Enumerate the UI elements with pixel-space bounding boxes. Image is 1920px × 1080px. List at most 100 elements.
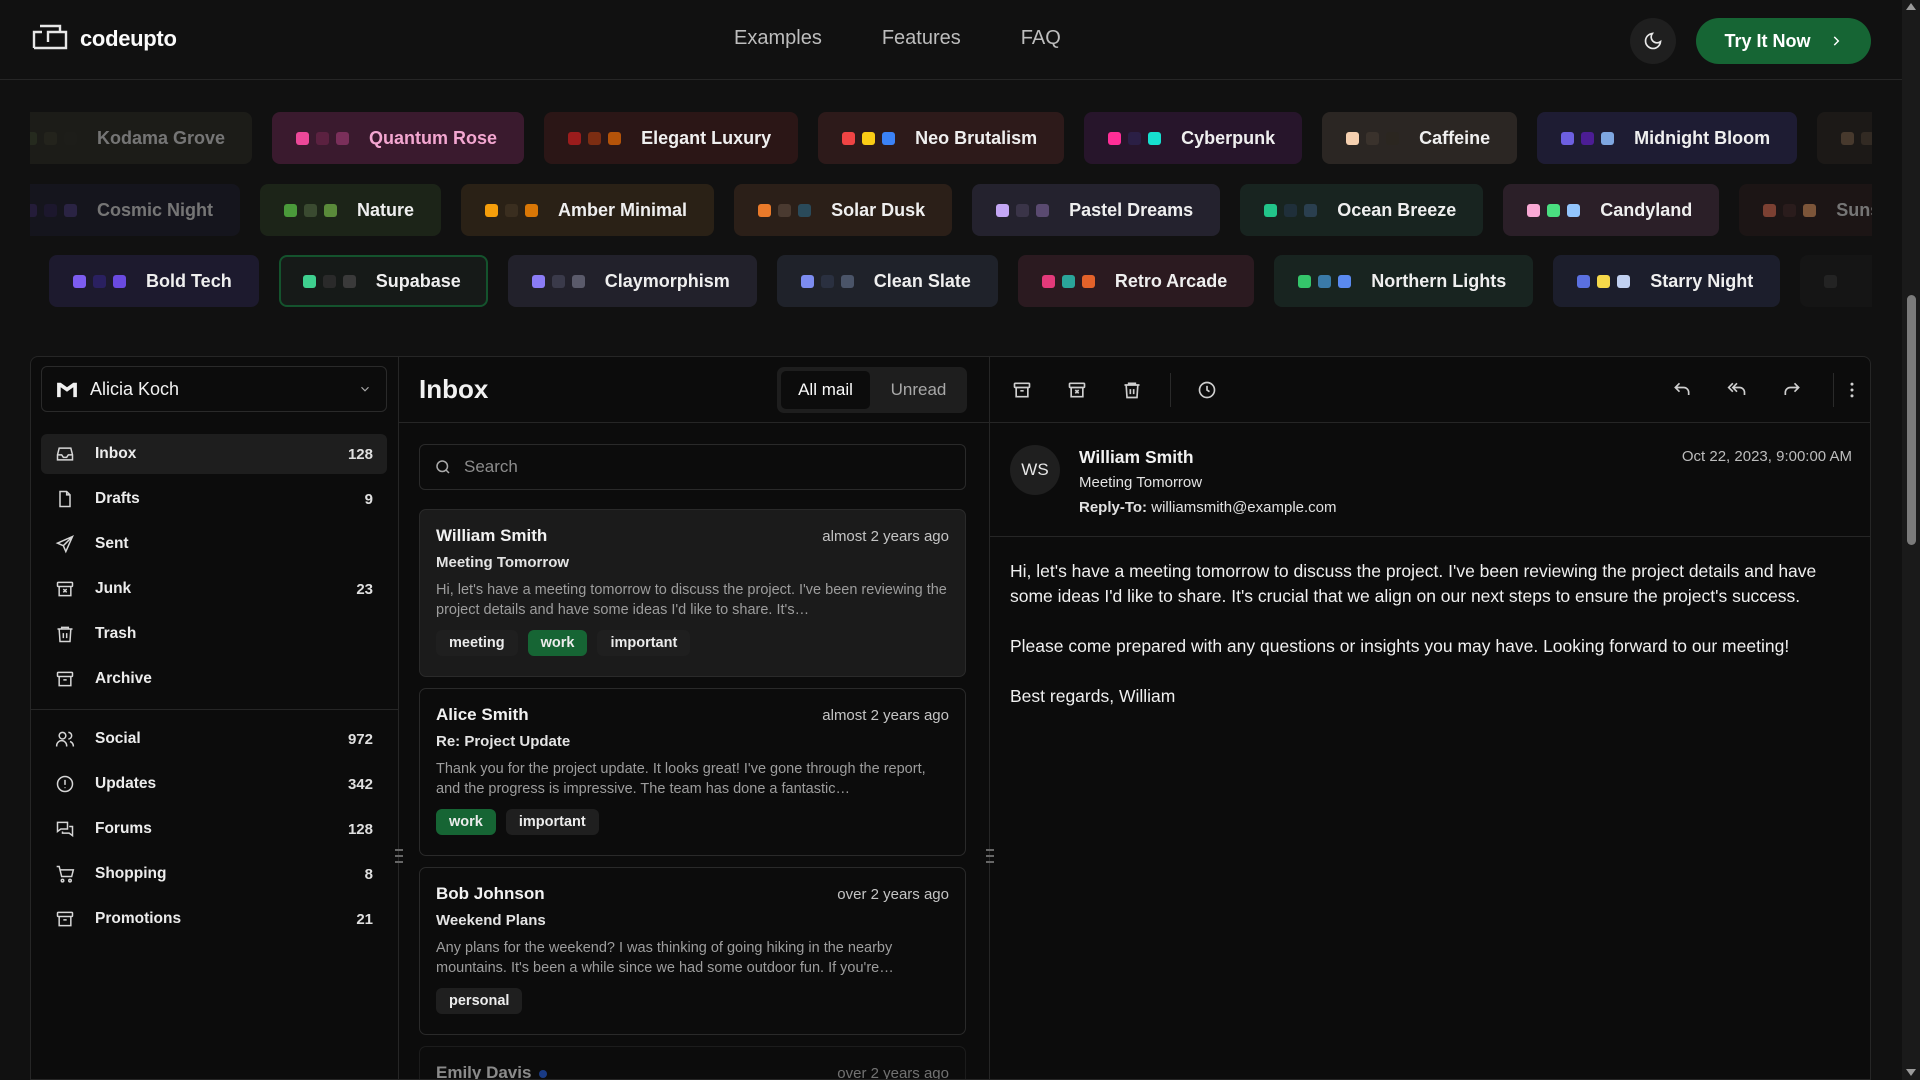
color-swatches	[531, 274, 585, 288]
move-to-trash-button[interactable]	[1120, 378, 1144, 402]
theme-chip-label: Candyland	[1600, 199, 1693, 220]
theme-chip[interactable]: Northern Lights	[1274, 255, 1534, 307]
sidebar-item-trash[interactable]: Trash	[41, 614, 387, 654]
account-switcher[interactable]: Alicia Koch	[41, 366, 387, 412]
nav-link-faq[interactable]: FAQ	[1021, 27, 1061, 50]
color-swatch	[798, 203, 812, 217]
reply-to-address: williamsmith@example.com	[1151, 499, 1337, 516]
theme-chip[interactable]: Claymorphism	[507, 255, 757, 307]
color-swatch	[505, 203, 519, 217]
theme-toggle-button[interactable]	[1630, 18, 1676, 64]
reply-button[interactable]	[1670, 378, 1694, 402]
sidebar-item-updates[interactable]: Updates 342	[41, 764, 387, 804]
sidebar-item-forums[interactable]: Forums 128	[41, 809, 387, 849]
moon-icon	[1644, 32, 1662, 50]
theme-chip[interactable]: Retro Arcade	[1017, 255, 1255, 307]
color-swatches	[568, 131, 622, 145]
color-swatch	[1304, 203, 1318, 217]
sidebar-item-count: 8	[364, 865, 373, 883]
snooze-button[interactable]	[1195, 378, 1219, 402]
sidebar-item-social[interactable]: Social 972	[41, 719, 387, 759]
mail-item[interactable]: Alice Smith almost 2 years ago Re: Project…	[419, 688, 966, 856]
theme-chip[interactable]: Kodama Grove	[30, 112, 253, 164]
scroll-up-icon[interactable]	[1906, 3, 1916, 10]
sidebar-item-count: 21	[356, 910, 373, 928]
scrollbar-thumb[interactable]	[1907, 295, 1916, 545]
tab-all-mail[interactable]: All mail	[781, 371, 870, 409]
color-swatches	[1824, 274, 1838, 288]
forward-button[interactable]	[1780, 378, 1804, 402]
top-navbar: codeupto Examples Features FAQ Try It No…	[0, 0, 1902, 80]
theme-chip[interactable]: Ocean Breeze	[1240, 184, 1484, 236]
unread-dot-icon	[539, 1069, 548, 1078]
color-swatch	[525, 203, 539, 217]
theme-chip[interactable]	[1800, 255, 1872, 307]
color-swatch	[588, 131, 602, 145]
color-swatch	[758, 203, 772, 217]
theme-chip[interactable]: Amber Minimal	[461, 184, 715, 236]
mail-filter-tabs: All mail Unread	[777, 367, 967, 413]
color-swatch	[1597, 274, 1611, 288]
sidebar-item-junk[interactable]: Junk 23	[41, 569, 387, 609]
theme-chip[interactable]: Caffeine	[1322, 112, 1518, 164]
more-options-button[interactable]	[1840, 378, 1864, 402]
try-it-now-button[interactable]: Try It Now	[1696, 18, 1871, 64]
theme-chip[interactable]: Vintage	[1817, 112, 1872, 164]
sidebar-item-sent[interactable]: Sent	[41, 524, 387, 564]
color-swatches	[73, 274, 127, 288]
mail-preview: Any plans for the weekend? I was thinkin…	[436, 940, 894, 976]
theme-chip[interactable]: Cosmic Night	[30, 184, 241, 236]
theme-chip[interactable]: Sunset Horizon	[1739, 184, 1872, 236]
theme-chip[interactable]: Neo Brutalism	[818, 112, 1065, 164]
theme-chip[interactable]: Nature	[260, 184, 442, 236]
sidebar-item-inbox[interactable]: Inbox 128	[41, 434, 387, 474]
theme-chip[interactable]: Elegant Luxury	[544, 112, 799, 164]
mail-time: almost 2 years ago	[822, 707, 949, 724]
color-swatch	[1803, 203, 1817, 217]
sidebar-item-drafts[interactable]: Drafts 9	[41, 479, 387, 519]
sidebar-item-shopping[interactable]: Shopping 8	[41, 854, 387, 894]
theme-chip[interactable]: Starry Night	[1553, 255, 1781, 307]
mail-item[interactable]: Bob Johnson over 2 years ago Weekend Plans…	[419, 867, 966, 1035]
color-swatch	[1824, 274, 1838, 288]
theme-chip[interactable]: Candyland	[1503, 184, 1720, 236]
theme-chip[interactable]: Solar Dusk	[734, 184, 953, 236]
reader-body: Hi, let's have a meeting tomorrow to dis…	[1010, 559, 1850, 734]
theme-chip[interactable]: Cyberpunk	[1084, 112, 1303, 164]
theme-chip-label: Elegant Luxury	[641, 127, 772, 148]
archive-button[interactable]	[1010, 378, 1034, 402]
mail-list-pane: Inbox All mail Unread William Smithalmos…	[399, 357, 990, 1079]
theme-chip[interactable]: Bold Tech	[49, 255, 259, 307]
mail-tag: work	[527, 630, 588, 656]
search-input[interactable]	[464, 457, 944, 477]
scroll-down-icon[interactable]	[1906, 1069, 1916, 1076]
color-swatches	[842, 131, 896, 145]
theme-chip[interactable]: Pastel Dreams	[972, 184, 1221, 236]
mail-item[interactable]: William Smith almost 2 years ago Meeting T…	[419, 509, 966, 677]
theme-chip[interactable]: Clean Slate	[776, 255, 998, 307]
sidebar-item-promotions[interactable]: Promotions 21	[41, 899, 387, 939]
list-title: Inbox	[419, 374, 489, 404]
tab-unread[interactable]: Unread	[874, 371, 963, 409]
color-swatch	[73, 274, 87, 288]
sidebar-item-archive[interactable]: Archive	[41, 659, 387, 699]
color-swatch	[324, 203, 338, 217]
file-icon	[59, 490, 71, 508]
color-swatch	[44, 131, 57, 145]
mail-tag: important	[597, 630, 691, 656]
sidebar-item-label: Forums	[95, 820, 152, 837]
color-swatch	[342, 274, 356, 288]
reply-all-button[interactable]	[1725, 378, 1749, 402]
mail-item[interactable]: Emily Davis over 2 years ago	[419, 1046, 966, 1079]
logo[interactable]: codeupto	[30, 22, 177, 56]
theme-chip[interactable]: Quantum Rose	[272, 112, 525, 164]
color-swatch	[485, 203, 499, 217]
nav-link-examples[interactable]: Examples	[734, 27, 822, 50]
theme-chip[interactable]: Midnight Bloom	[1537, 112, 1798, 164]
color-swatch	[1298, 274, 1312, 288]
avatar: WS	[1010, 445, 1060, 495]
move-to-junk-button[interactable]	[1065, 378, 1089, 402]
theme-chip[interactable]: Supabase	[278, 255, 488, 307]
nav-link-features[interactable]: Features	[882, 27, 961, 50]
page-scrollbar[interactable]	[1902, 0, 1920, 1080]
